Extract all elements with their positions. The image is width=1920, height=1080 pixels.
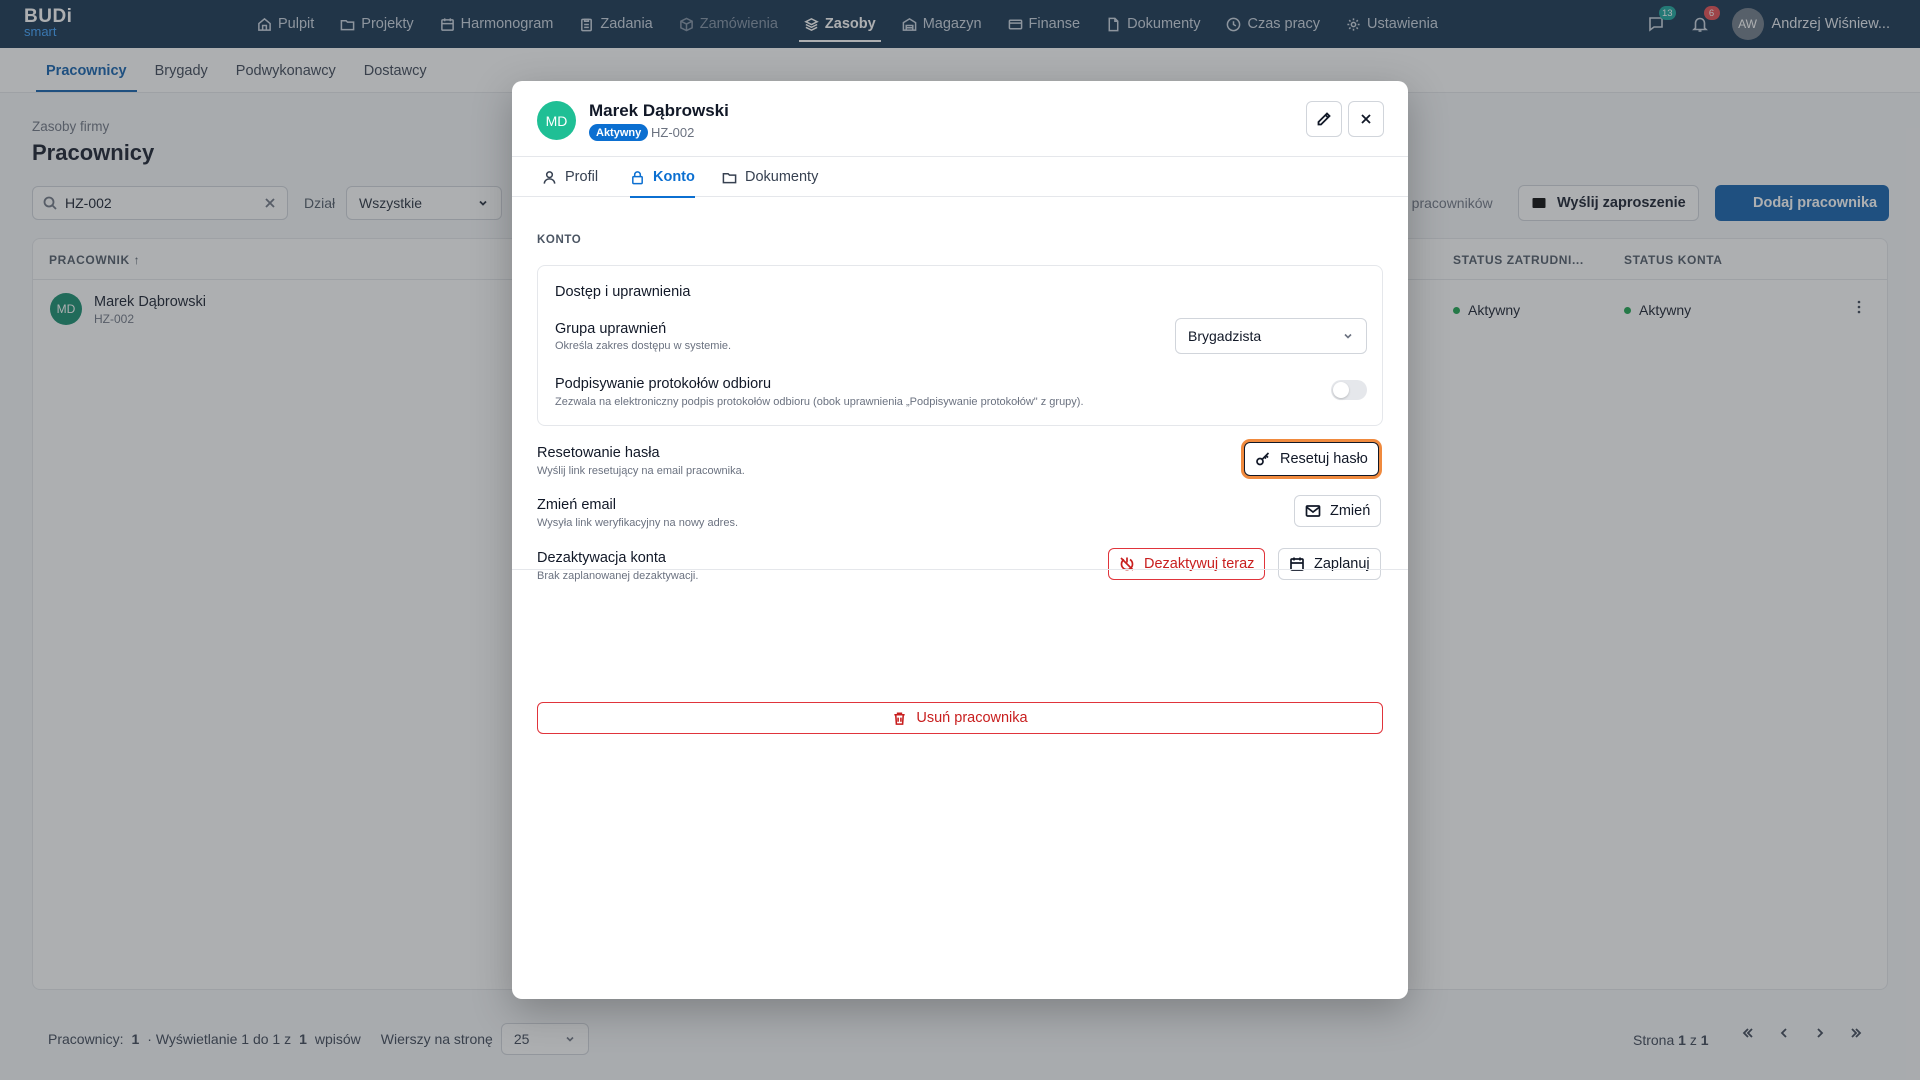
change-email-button[interactable]: Zmień bbox=[1294, 495, 1382, 527]
modal-employee-id: HZ-002 bbox=[651, 125, 695, 140]
key-icon bbox=[1256, 452, 1270, 466]
access-permissions-card: Dostęp i uprawnienia Grupa uprawnień Okr… bbox=[537, 265, 1383, 426]
modal-employee-name: Marek Dąbrowski bbox=[589, 101, 729, 120]
schedule-deactivation-button[interactable]: Zaplanuj bbox=[1278, 548, 1381, 580]
lock-icon bbox=[632, 170, 643, 184]
permission-group-select[interactable]: Brygadzista bbox=[1175, 318, 1367, 354]
chevron-down-icon bbox=[1344, 333, 1352, 339]
deactivation-label: Dezaktywacja konta bbox=[537, 550, 666, 566]
modal-header: MD Marek Dąbrowski Aktywny HZ-002 bbox=[512, 81, 1408, 157]
change-email-description: Wysyła link weryfikacyjny na nowy adres. bbox=[537, 517, 739, 529]
deactivate-now-button[interactable]: Dezaktywuj teraz bbox=[1108, 548, 1266, 580]
protocol-signing-label: Podpisywanie protokołów odbioru bbox=[555, 376, 772, 392]
protocol-signing-toggle[interactable] bbox=[1331, 380, 1367, 400]
close-button[interactable] bbox=[1348, 101, 1384, 137]
delete-employee-label: Usuń pracownika bbox=[916, 710, 1028, 726]
change-email-label: Zmień email bbox=[537, 497, 616, 513]
trash-icon bbox=[894, 712, 906, 725]
tab-label: Dokumenty bbox=[745, 169, 819, 185]
protocol-signing-description: Zezwala na elektroniczny podpis protokoł… bbox=[555, 396, 1084, 408]
section-title: KONTO bbox=[537, 234, 582, 246]
password-reset-label: Resetowanie hasła bbox=[537, 445, 660, 461]
permission-group-description: Określa zakres dostępu w systemie. bbox=[555, 340, 732, 352]
edit-button[interactable] bbox=[1306, 101, 1342, 137]
delete-employee-button[interactable]: Usuń pracownika bbox=[537, 702, 1383, 734]
password-reset-description: Wyślij link resetujący na email pracowni… bbox=[537, 465, 745, 477]
reset-password-button[interactable]: Resetuj hasło bbox=[1244, 442, 1379, 476]
change-email-button-label: Zmień bbox=[1330, 503, 1371, 519]
close-icon bbox=[1361, 114, 1371, 124]
avatar: MD bbox=[537, 101, 576, 140]
tab-dokumenty[interactable]: Dokumenty bbox=[722, 157, 818, 197]
tab-label: Profil bbox=[565, 169, 599, 185]
permission-group-value: Brygadzista bbox=[1188, 328, 1262, 344]
mail-icon bbox=[1305, 505, 1321, 517]
pencil-icon bbox=[1317, 112, 1331, 126]
deactivation-description: Brak zaplanowanej dezaktywacji. bbox=[537, 570, 699, 582]
divider bbox=[512, 569, 1408, 570]
folder-icon bbox=[722, 172, 737, 183]
user-icon bbox=[543, 170, 556, 184]
tab-label: Konto bbox=[653, 169, 695, 185]
tab-profil[interactable]: Profil bbox=[542, 157, 598, 197]
permission-group-label: Grupa uprawnień bbox=[555, 321, 667, 337]
modal-body: KONTO Dostęp i uprawnienia Grupa uprawni… bbox=[512, 197, 1408, 999]
reset-password-label: Resetuj hasło bbox=[1280, 451, 1368, 467]
status-badge: Aktywny bbox=[589, 124, 649, 141]
employee-modal: MD Marek Dąbrowski Aktywny HZ-002 Profil… bbox=[512, 81, 1408, 999]
access-card-title: Dostęp i uprawnienia bbox=[555, 284, 691, 300]
tab-konto[interactable]: Konto bbox=[630, 157, 695, 198]
modal-tabs: Profil Konto Dokumenty bbox=[512, 157, 1408, 198]
